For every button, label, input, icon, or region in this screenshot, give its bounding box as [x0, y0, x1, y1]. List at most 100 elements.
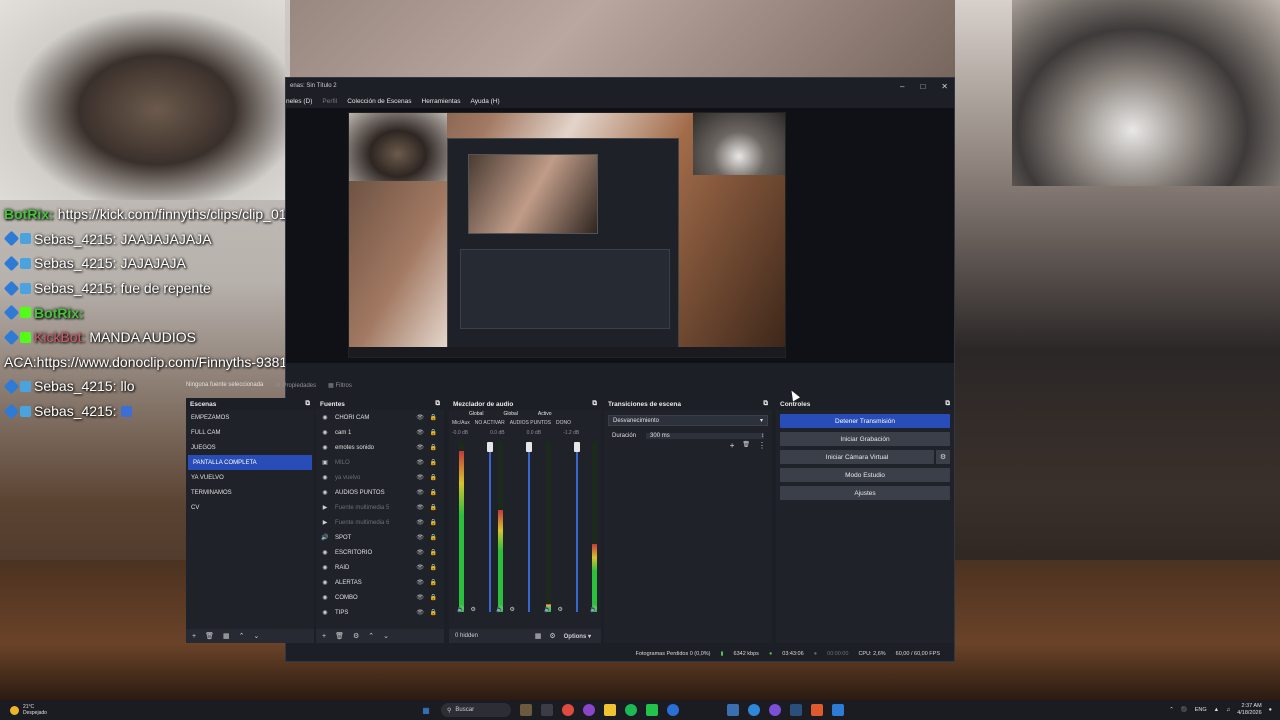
- visibility-eye-icon[interactable]: 👁: [416, 489, 424, 496]
- task-view-icon[interactable]: [541, 704, 553, 716]
- visibility-eye-icon[interactable]: 👁: [416, 474, 424, 481]
- settings-button[interactable]: Ajustes: [780, 486, 950, 500]
- browser-icon[interactable]: [667, 704, 679, 716]
- visibility-eye-icon[interactable]: 👁: [416, 549, 424, 556]
- scene-item[interactable]: FULL CAM: [186, 425, 314, 440]
- menu-docks[interactable]: neles (D): [286, 98, 312, 105]
- scene-item[interactable]: PANTALLA COMPLETA: [188, 455, 312, 470]
- app-icon[interactable]: [727, 704, 739, 716]
- move-up-icon[interactable]: ⌃: [239, 632, 245, 640]
- volume-fader-handle[interactable]: [574, 442, 580, 452]
- spotify-icon[interactable]: [625, 704, 637, 716]
- speaker-icon[interactable]: 🔊: [496, 606, 503, 613]
- duration-input[interactable]: 300 ms ↕: [646, 433, 764, 439]
- gear-icon[interactable]: ⚙: [470, 606, 475, 613]
- visibility-eye-icon[interactable]: 👁: [416, 579, 424, 586]
- source-item[interactable]: ◉ ya vuelvo 👁 🔒: [316, 470, 444, 485]
- program-preview[interactable]: [348, 112, 786, 358]
- weather-widget[interactable]: 21°C Despejado: [10, 700, 47, 720]
- speaker-icon[interactable]: 🔊: [590, 606, 597, 613]
- folder-icon[interactable]: [604, 704, 616, 716]
- source-item[interactable]: ◉ ESCRITORIO 👁 🔒: [316, 545, 444, 560]
- source-item[interactable]: ◉ cam 1 👁 🔒: [316, 425, 444, 440]
- lock-icon[interactable]: 🔒: [430, 504, 437, 511]
- source-item[interactable]: ◉ RAID 👁 🔒: [316, 560, 444, 575]
- lock-icon[interactable]: 🔒: [430, 564, 437, 571]
- gear-icon[interactable]: ⚙: [936, 450, 950, 464]
- add-icon[interactable]: +: [322, 633, 326, 640]
- source-item[interactable]: ◉ TIPS 👁 🔒: [316, 605, 444, 620]
- lock-icon[interactable]: 🔒: [430, 609, 437, 616]
- stop-streaming-button[interactable]: Detener Transmisión: [780, 414, 950, 428]
- wifi-icon[interactable]: ▲: [1214, 707, 1219, 713]
- trash-icon[interactable]: 🗑: [335, 632, 344, 640]
- volume-fader[interactable]: [526, 442, 532, 612]
- minimize-icon[interactable]: –: [900, 82, 904, 91]
- visibility-eye-icon[interactable]: 👁: [416, 519, 424, 526]
- move-down-icon[interactable]: ⌄: [383, 632, 389, 640]
- gear-icon[interactable]: ⚙: [549, 632, 555, 640]
- kick-icon[interactable]: [646, 704, 658, 716]
- maximize-icon[interactable]: □: [920, 82, 925, 91]
- mixer-tab[interactable]: Global: [503, 411, 517, 417]
- gear-icon[interactable]: ⚙: [557, 606, 562, 613]
- lock-icon[interactable]: 🔒: [430, 594, 437, 601]
- windows-start-icon[interactable]: ▦: [420, 704, 432, 716]
- lock-icon[interactable]: 🔒: [430, 549, 437, 556]
- transition-select[interactable]: Desvanecimiento ▾: [608, 415, 768, 426]
- edge-icon[interactable]: [748, 704, 760, 716]
- steam-icon[interactable]: [790, 704, 802, 716]
- lock-icon[interactable]: 🔒: [430, 414, 437, 421]
- source-item[interactable]: ◉ emotes sonido 👁 🔒: [316, 440, 444, 455]
- spinner-icon[interactable]: ↕: [761, 433, 764, 439]
- scene-item[interactable]: CV: [186, 500, 314, 515]
- mixer-tab[interactable]: Activo: [538, 411, 552, 417]
- lock-icon[interactable]: 🔒: [430, 579, 437, 586]
- source-item[interactable]: ◉ CHORI CAM 👁 🔒: [316, 410, 444, 425]
- obs-studio-icon[interactable]: [769, 704, 781, 716]
- visibility-eye-icon[interactable]: 👁: [416, 414, 424, 421]
- layout-icon[interactable]: ▦: [535, 632, 542, 640]
- volume-fader[interactable]: [487, 442, 493, 612]
- undock-icon[interactable]: ⧉: [435, 400, 440, 408]
- trash-icon[interactable]: 🗑: [205, 632, 214, 640]
- lock-icon[interactable]: 🔒: [430, 444, 437, 451]
- source-item[interactable]: ▶ Fuente multimedia 6 👁 🔒: [316, 515, 444, 530]
- calculator-icon[interactable]: [832, 704, 844, 716]
- start-recording-button[interactable]: Iniciar Grabación: [780, 432, 950, 446]
- more-icon[interactable]: ⋮: [758, 441, 766, 450]
- menu-profile[interactable]: Perfil: [322, 98, 337, 105]
- undock-icon[interactable]: ⧉: [305, 400, 310, 408]
- lock-icon[interactable]: 🔒: [430, 429, 437, 436]
- lock-icon[interactable]: 🔒: [430, 459, 437, 466]
- widgets-icon[interactable]: [520, 704, 532, 716]
- clock[interactable]: 2:37 AM 4/18/2026: [1237, 703, 1261, 717]
- microphone-icon[interactable]: ⚫: [1181, 707, 1188, 713]
- visibility-eye-icon[interactable]: 👁: [416, 609, 424, 616]
- start-virtual-camera-button[interactable]: Iniciar Cámara Virtual: [780, 450, 934, 464]
- source-item[interactable]: ◉ COMBO 👁 🔒: [316, 590, 444, 605]
- scene-item[interactable]: YA VUELVO: [186, 470, 314, 485]
- visibility-eye-icon[interactable]: 👁: [416, 534, 424, 541]
- visibility-eye-icon[interactable]: 👁: [416, 564, 424, 571]
- source-item[interactable]: 🔊 SPOT 👁 🔒: [316, 530, 444, 545]
- lock-icon[interactable]: 🔒: [430, 534, 437, 541]
- scene-item[interactable]: JUEGOS: [186, 440, 314, 455]
- close-icon[interactable]: ✕: [941, 82, 948, 91]
- gear-icon[interactable]: ⚙: [509, 606, 514, 613]
- visibility-eye-icon[interactable]: 👁: [416, 504, 424, 511]
- volume-fader-handle[interactable]: [526, 442, 532, 452]
- visibility-eye-icon[interactable]: 👁: [416, 444, 424, 451]
- menu-scene-collection[interactable]: Colección de Escenas: [347, 98, 411, 105]
- filter-icon[interactable]: ▦: [223, 632, 230, 640]
- source-item[interactable]: ▣ MILO 👁 🔒: [316, 455, 444, 470]
- taskbar-search[interactable]: ⚲ Buscar: [441, 703, 511, 717]
- menu-help[interactable]: Ayuda (H): [471, 98, 500, 105]
- volume-fader-handle[interactable]: [487, 442, 493, 452]
- filters-button[interactable]: ▦ Filtros: [328, 382, 352, 389]
- speaker-icon[interactable]: 🔊: [457, 606, 464, 613]
- notification-icon[interactable]: ●: [1269, 707, 1272, 713]
- volume-icon[interactable]: ♫: [1226, 707, 1230, 713]
- trash-icon[interactable]: 🗑: [742, 441, 750, 450]
- move-down-icon[interactable]: ⌄: [253, 632, 259, 640]
